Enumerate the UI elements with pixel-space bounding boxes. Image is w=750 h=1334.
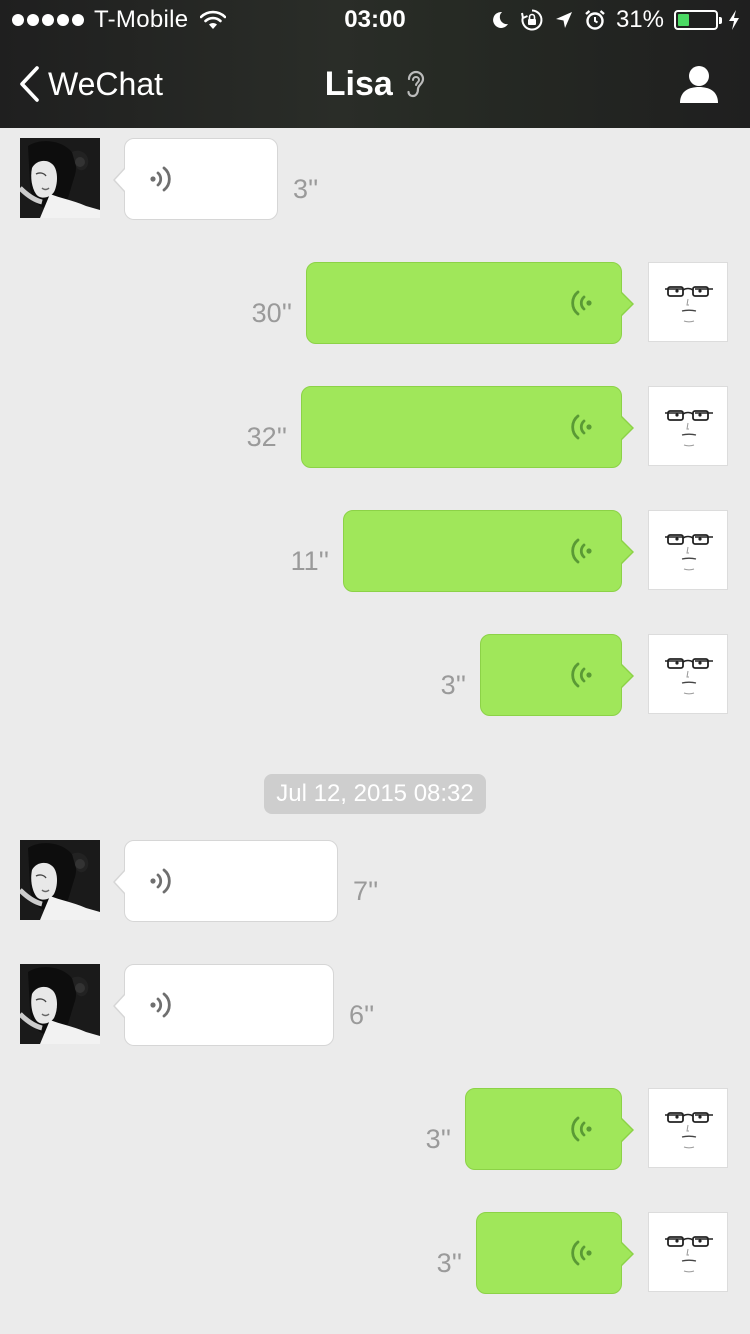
- timestamp-label: Jul 12, 2015 08:32: [264, 774, 486, 814]
- contact-avatar[interactable]: [20, 840, 100, 920]
- profile-button[interactable]: [678, 64, 720, 104]
- incoming-voice-message: 3'': [0, 128, 750, 220]
- voice-duration: 11'': [290, 546, 329, 576]
- voice-bubble[interactable]: [113, 840, 338, 922]
- nav-bar: WeChat Lisa: [0, 40, 750, 128]
- battery-icon: [674, 10, 722, 30]
- outgoing-voice-message: 3'': [0, 1202, 750, 1294]
- outgoing-voice-message: 11'': [0, 500, 750, 592]
- battery-level: [678, 14, 689, 26]
- voice-wave-icon: [571, 538, 593, 564]
- my-avatar[interactable]: [648, 262, 728, 342]
- outgoing-voice-message: 30'': [0, 252, 750, 344]
- alarm-icon: [585, 10, 605, 30]
- outgoing-voice-message: 32'': [0, 376, 750, 468]
- ear-icon: [407, 70, 425, 98]
- voice-duration: 3'': [436, 1248, 462, 1278]
- my-avatar[interactable]: [648, 510, 728, 590]
- my-avatar[interactable]: [648, 386, 728, 466]
- voice-wave-icon: [571, 1240, 593, 1266]
- profile-icon: [680, 66, 718, 103]
- status-bar: T-Mobile 03:00 31%: [0, 0, 750, 40]
- voice-wave-icon: [571, 662, 593, 688]
- voice-bubble[interactable]: [465, 1088, 634, 1170]
- voice-duration: 3'': [293, 174, 319, 204]
- rotation-lock-icon: [520, 9, 543, 31]
- voice-duration: 3'': [440, 670, 466, 700]
- voice-bubble[interactable]: [343, 510, 634, 592]
- voice-bubble[interactable]: [301, 386, 634, 468]
- voice-bubble[interactable]: [476, 1212, 634, 1294]
- my-avatar[interactable]: [648, 1212, 728, 1292]
- voice-duration: 3'': [425, 1124, 451, 1154]
- voice-duration: 30'': [251, 298, 292, 328]
- voice-bubble[interactable]: [113, 964, 334, 1046]
- charging-bolt-icon: [729, 10, 739, 30]
- voice-bubble[interactable]: [306, 262, 634, 344]
- outgoing-voice-message: 3'': [0, 1078, 750, 1170]
- voice-wave-icon: [149, 868, 171, 894]
- voice-bubble[interactable]: [480, 634, 634, 716]
- voice-wave-icon: [571, 290, 593, 316]
- contact-avatar[interactable]: [20, 964, 100, 1044]
- voice-duration: 32'': [246, 422, 287, 452]
- outgoing-voice-message: 3'': [0, 624, 750, 716]
- voice-wave-icon: [149, 166, 171, 192]
- voice-duration: 7'': [353, 876, 379, 906]
- chat-title: Lisa: [324, 65, 393, 103]
- timestamp: Jul 12, 2015 08:32: [0, 774, 750, 814]
- battery-percent: 31%: [615, 6, 664, 33]
- voice-duration: 6'': [349, 1000, 375, 1030]
- voice-bubble[interactable]: [113, 138, 278, 220]
- my-avatar[interactable]: [648, 1088, 728, 1168]
- incoming-voice-message: 7'': [0, 830, 750, 922]
- contact-avatar[interactable]: [20, 138, 100, 218]
- my-avatar[interactable]: [648, 634, 728, 714]
- header: T-Mobile 03:00 31% WeChat Lisa: [0, 0, 750, 128]
- chat-area[interactable]: Jul 12, 2015 08:32 3'' 30'' 32'' 11'' 3'' 7''…: [0, 128, 750, 1334]
- incoming-voice-message: 6'': [0, 954, 750, 1046]
- voice-wave-icon: [149, 992, 171, 1018]
- location-arrow-icon: [555, 12, 572, 28]
- voice-wave-icon: [571, 1116, 593, 1142]
- voice-wave-icon: [571, 414, 593, 440]
- moon-icon: [493, 11, 508, 28]
